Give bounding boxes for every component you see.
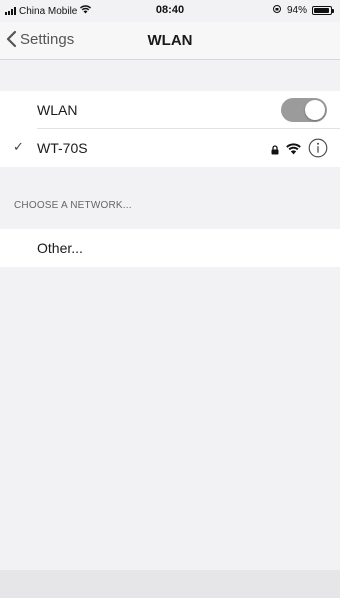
battery-fill <box>314 8 330 13</box>
bottom-bar <box>0 570 340 598</box>
checkmark-icon: ✓ <box>13 139 24 154</box>
wlan-toggle-label: WLAN <box>37 102 78 118</box>
other-network-row[interactable]: Other... <box>0 229 340 267</box>
toggle-knob <box>305 100 325 120</box>
status-bar: China Mobile 08:40 94% <box>0 0 340 22</box>
wlan-toggle-switch[interactable] <box>281 98 327 122</box>
wlan-settings-screen: China Mobile 08:40 94% Settings WLAN WLA… <box>0 0 340 598</box>
wlan-group: WLAN ✓ WT-70S <box>0 91 340 167</box>
connected-network-row[interactable]: ✓ WT-70S <box>0 129 340 167</box>
status-right: 94% <box>272 4 334 17</box>
orientation-lock-icon <box>272 4 282 17</box>
page-title: WLAN <box>147 32 193 49</box>
other-network-label: Other... <box>37 240 83 256</box>
connected-network-name: WT-70S <box>37 140 88 156</box>
network-status-icons <box>271 138 328 163</box>
battery-icon <box>312 6 334 15</box>
networks-group: Other... <box>0 229 340 267</box>
wifi-icon <box>286 142 301 160</box>
lock-icon <box>271 142 279 160</box>
navigation-bar: Settings WLAN <box>0 22 340 60</box>
info-icon[interactable] <box>308 138 328 163</box>
section-header-choose-network: CHOOSE A NETWORK... <box>14 200 132 211</box>
wlan-toggle-row: WLAN <box>0 91 340 129</box>
battery-percent: 94% <box>286 5 307 16</box>
